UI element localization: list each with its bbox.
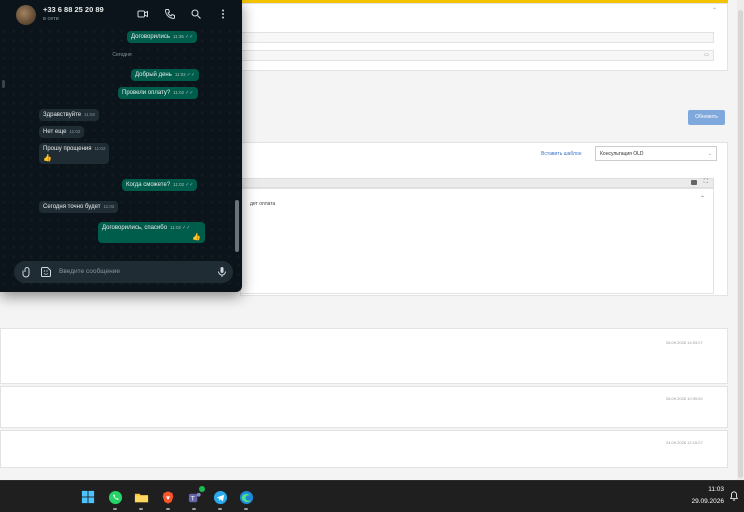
- windows-taskbar: T: [0, 480, 744, 512]
- page-scrollbar-thumb[interactable]: [738, 10, 743, 478]
- message-out[interactable]: Договорились 11:36✓✓: [127, 31, 198, 43]
- refresh-button[interactable]: Обновить: [688, 110, 725, 125]
- message-text: Провели оплату?: [122, 90, 171, 96]
- message-input-bar[interactable]: Введите сообщение: [14, 261, 233, 283]
- history-timestamp-3: 24.09.2026 12:15:27: [666, 440, 703, 445]
- message-text: Здравствуйте: [43, 112, 82, 118]
- history-item-3: [0, 430, 728, 468]
- insert-template-link[interactable]: Вставить шаблон: [541, 151, 582, 157]
- message-in[interactable]: Нет еще 11:02: [39, 126, 85, 138]
- read-receipt-icon: ✓✓: [185, 90, 194, 96]
- active-app-indicator: [192, 508, 196, 510]
- date-field[interactable]: ▭: [240, 50, 714, 61]
- whatsapp-icon[interactable]: [107, 489, 123, 505]
- message-text: Прошу прощения: [43, 146, 92, 152]
- notification-badge: [199, 486, 205, 492]
- windows-start-icon[interactable]: [80, 489, 96, 505]
- collapse-icon[interactable]: ⌃: [712, 7, 717, 14]
- notification-bell-icon[interactable]: [729, 491, 739, 501]
- form-field-1[interactable]: [240, 32, 714, 43]
- file-explorer-icon[interactable]: [133, 489, 149, 505]
- message-time: 11:02: [94, 146, 106, 151]
- calendar-icon[interactable]: ▭: [704, 52, 709, 58]
- brave-browser-icon[interactable]: [160, 489, 176, 505]
- reaction-emoji: 👍: [43, 155, 52, 162]
- message-text: Договорились: [131, 34, 170, 40]
- history-timestamp-2: 28.09.2026 10:39:52: [666, 396, 703, 401]
- edge-browser-icon[interactable]: [238, 489, 254, 505]
- read-receipt-icon: ✓✓: [181, 225, 191, 231]
- telegram-icon[interactable]: [212, 489, 228, 505]
- message-time: 11:02: [103, 204, 115, 209]
- whatsapp-chat-window: +33 6 88 25 20 89 в сети Договорились 11:…: [0, 0, 242, 292]
- editor-collapse-icon[interactable]: ⌃: [700, 195, 705, 202]
- message-in[interactable]: Сегодня точно будет 11:02: [39, 201, 119, 213]
- message-input[interactable]: Введите сообщение: [59, 268, 120, 275]
- chat-scrollbar[interactable]: [235, 200, 239, 252]
- read-receipt-icon: ✓✓: [185, 182, 194, 188]
- message-time: 11:02: [170, 225, 181, 230]
- message-out[interactable]: Провели оплату? 11:02✓✓: [118, 87, 198, 99]
- active-app-indicator: [139, 508, 143, 510]
- editor-toolbar: ⛶: [240, 178, 714, 188]
- active-app-indicator: [218, 508, 222, 510]
- read-receipt-icon: ✓✓: [184, 34, 194, 40]
- history-timestamp-1: 28.09.2026 14:03:27: [666, 340, 703, 345]
- clock-date[interactable]: 29.09.2026: [682, 498, 724, 505]
- day-separator: Сегодня: [112, 52, 132, 58]
- active-app-indicator: [166, 508, 170, 510]
- chevron-down-icon: ⌄: [707, 151, 712, 157]
- message-text: Когда сможете?: [126, 182, 171, 188]
- history-item-2: [0, 386, 728, 428]
- message-text: Нет еще: [43, 129, 67, 135]
- message-in[interactable]: Здравствуйте 11:02: [39, 109, 100, 121]
- message-out[interactable]: Договорились, спасибо 11:02✓✓ 👍: [98, 222, 205, 243]
- active-app-indicator: [244, 508, 248, 510]
- page-scrollbar[interactable]: [737, 0, 744, 480]
- message-editor[interactable]: ⌃: [240, 188, 714, 294]
- message-time: 11:02: [174, 72, 186, 77]
- chat-header[interactable]: +33 6 88 25 20 89 в сети: [0, 0, 242, 30]
- editor-text: дет оплата: [250, 201, 276, 207]
- menu-icon[interactable]: [217, 8, 229, 20]
- attach-icon[interactable]: [21, 266, 33, 278]
- message-in[interactable]: Прошу прощения 11:02 👍: [39, 143, 110, 164]
- message-out[interactable]: Когда сможете? 11:02✓✓: [122, 179, 198, 191]
- mic-icon[interactable]: [216, 266, 228, 278]
- contact-status: в сети: [43, 16, 59, 22]
- active-app-indicator: [113, 508, 117, 510]
- template-select-value: Консультация OLD: [600, 151, 644, 157]
- message-out[interactable]: Добрый день 11:02✓✓: [131, 69, 200, 81]
- fullscreen-icon[interactable]: ⛶: [704, 179, 708, 186]
- template-select[interactable]: Консультация OLD ⌄: [595, 146, 717, 161]
- message-text: Добрый день: [135, 72, 172, 78]
- preview-icon[interactable]: [691, 180, 697, 185]
- message-text: Договорились, спасибо: [102, 225, 168, 231]
- search-icon[interactable]: [190, 8, 202, 20]
- left-scroll-handle[interactable]: [2, 80, 5, 88]
- read-receipt-icon: ✓✓: [186, 72, 196, 78]
- video-icon[interactable]: [137, 8, 149, 20]
- chat-wallpaper: [0, 0, 242, 292]
- message-time: 11:02: [84, 112, 96, 117]
- contact-name[interactable]: +33 6 88 25 20 89: [43, 5, 104, 14]
- message-time: 11:02: [173, 90, 185, 95]
- message-time: 11:02: [173, 182, 185, 187]
- reaction-emoji: 👍: [192, 234, 201, 241]
- message-time: 11:02: [69, 129, 81, 134]
- clock-time[interactable]: 11:03: [688, 486, 724, 493]
- teams-icon[interactable]: T: [186, 486, 205, 505]
- message-time: 11:36: [173, 34, 184, 39]
- phone-icon[interactable]: [164, 8, 176, 20]
- avatar[interactable]: [16, 5, 36, 25]
- message-text: Сегодня точно будет: [43, 204, 101, 210]
- history-item-1: [0, 328, 728, 384]
- sticker-icon[interactable]: [40, 266, 52, 278]
